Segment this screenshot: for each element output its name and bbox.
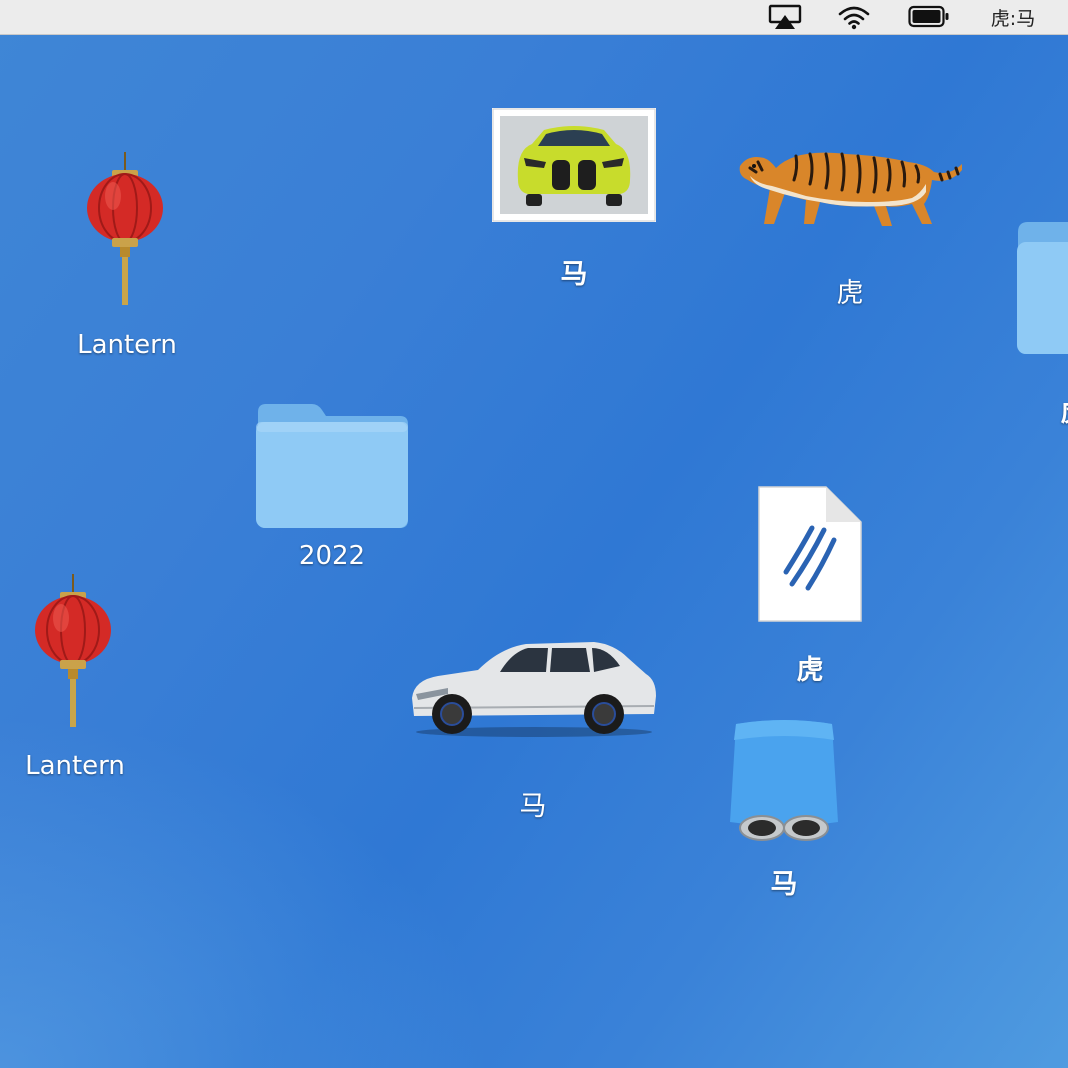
battery-icon[interactable] xyxy=(906,0,952,34)
folder-label: 2022 xyxy=(298,541,366,571)
desktop-icon-document[interactable] xyxy=(756,484,864,628)
desktop-icon-exhaust[interactable] xyxy=(724,718,844,850)
wifi-icon[interactable] xyxy=(835,0,873,34)
desktop-icon-tiger[interactable] xyxy=(736,128,964,236)
folder-icon xyxy=(256,404,408,528)
desktop-icon-car-thumbnail[interactable] xyxy=(492,108,656,226)
lantern-label: Lantern xyxy=(77,330,177,360)
menu-bar: 虎:马 xyxy=(0,0,1068,35)
desktop-icon-lantern-2[interactable] xyxy=(28,572,118,736)
lantern-label: Lantern xyxy=(25,751,125,781)
menu-clock[interactable]: 虎:马 xyxy=(980,0,1046,34)
desktop-icon-suv[interactable] xyxy=(408,636,660,742)
exhaust-label: 马 xyxy=(770,869,798,900)
airplay-icon[interactable] xyxy=(766,0,804,34)
suv-car-icon xyxy=(412,642,656,737)
menu-clock-text: 虎:马 xyxy=(990,7,1036,30)
document-label: 虎 xyxy=(796,655,824,686)
desktop-icon-folder-2022[interactable] xyxy=(254,402,410,536)
partial-folder-label: 虎 xyxy=(1061,390,1068,429)
lantern-icon xyxy=(87,152,163,305)
suv-label: 马 xyxy=(519,791,547,822)
exhaust-pipe-icon xyxy=(730,720,838,841)
lantern-icon xyxy=(35,574,111,727)
document-icon xyxy=(758,486,862,622)
desktop-icon-folder-partial[interactable] xyxy=(1016,220,1068,360)
car-image-thumbnail-icon xyxy=(492,108,656,222)
folder-icon xyxy=(1017,222,1068,354)
tiger-icon xyxy=(739,152,962,226)
desktop[interactable]: 虎:马 Lantern Lantern 2022 马 虎 虎 马 马 xyxy=(0,0,1068,1068)
tiger-label: 虎 xyxy=(836,278,864,309)
desktop-icon-lantern-1[interactable] xyxy=(80,150,170,314)
car-thumbnail-label: 马 xyxy=(560,259,588,290)
